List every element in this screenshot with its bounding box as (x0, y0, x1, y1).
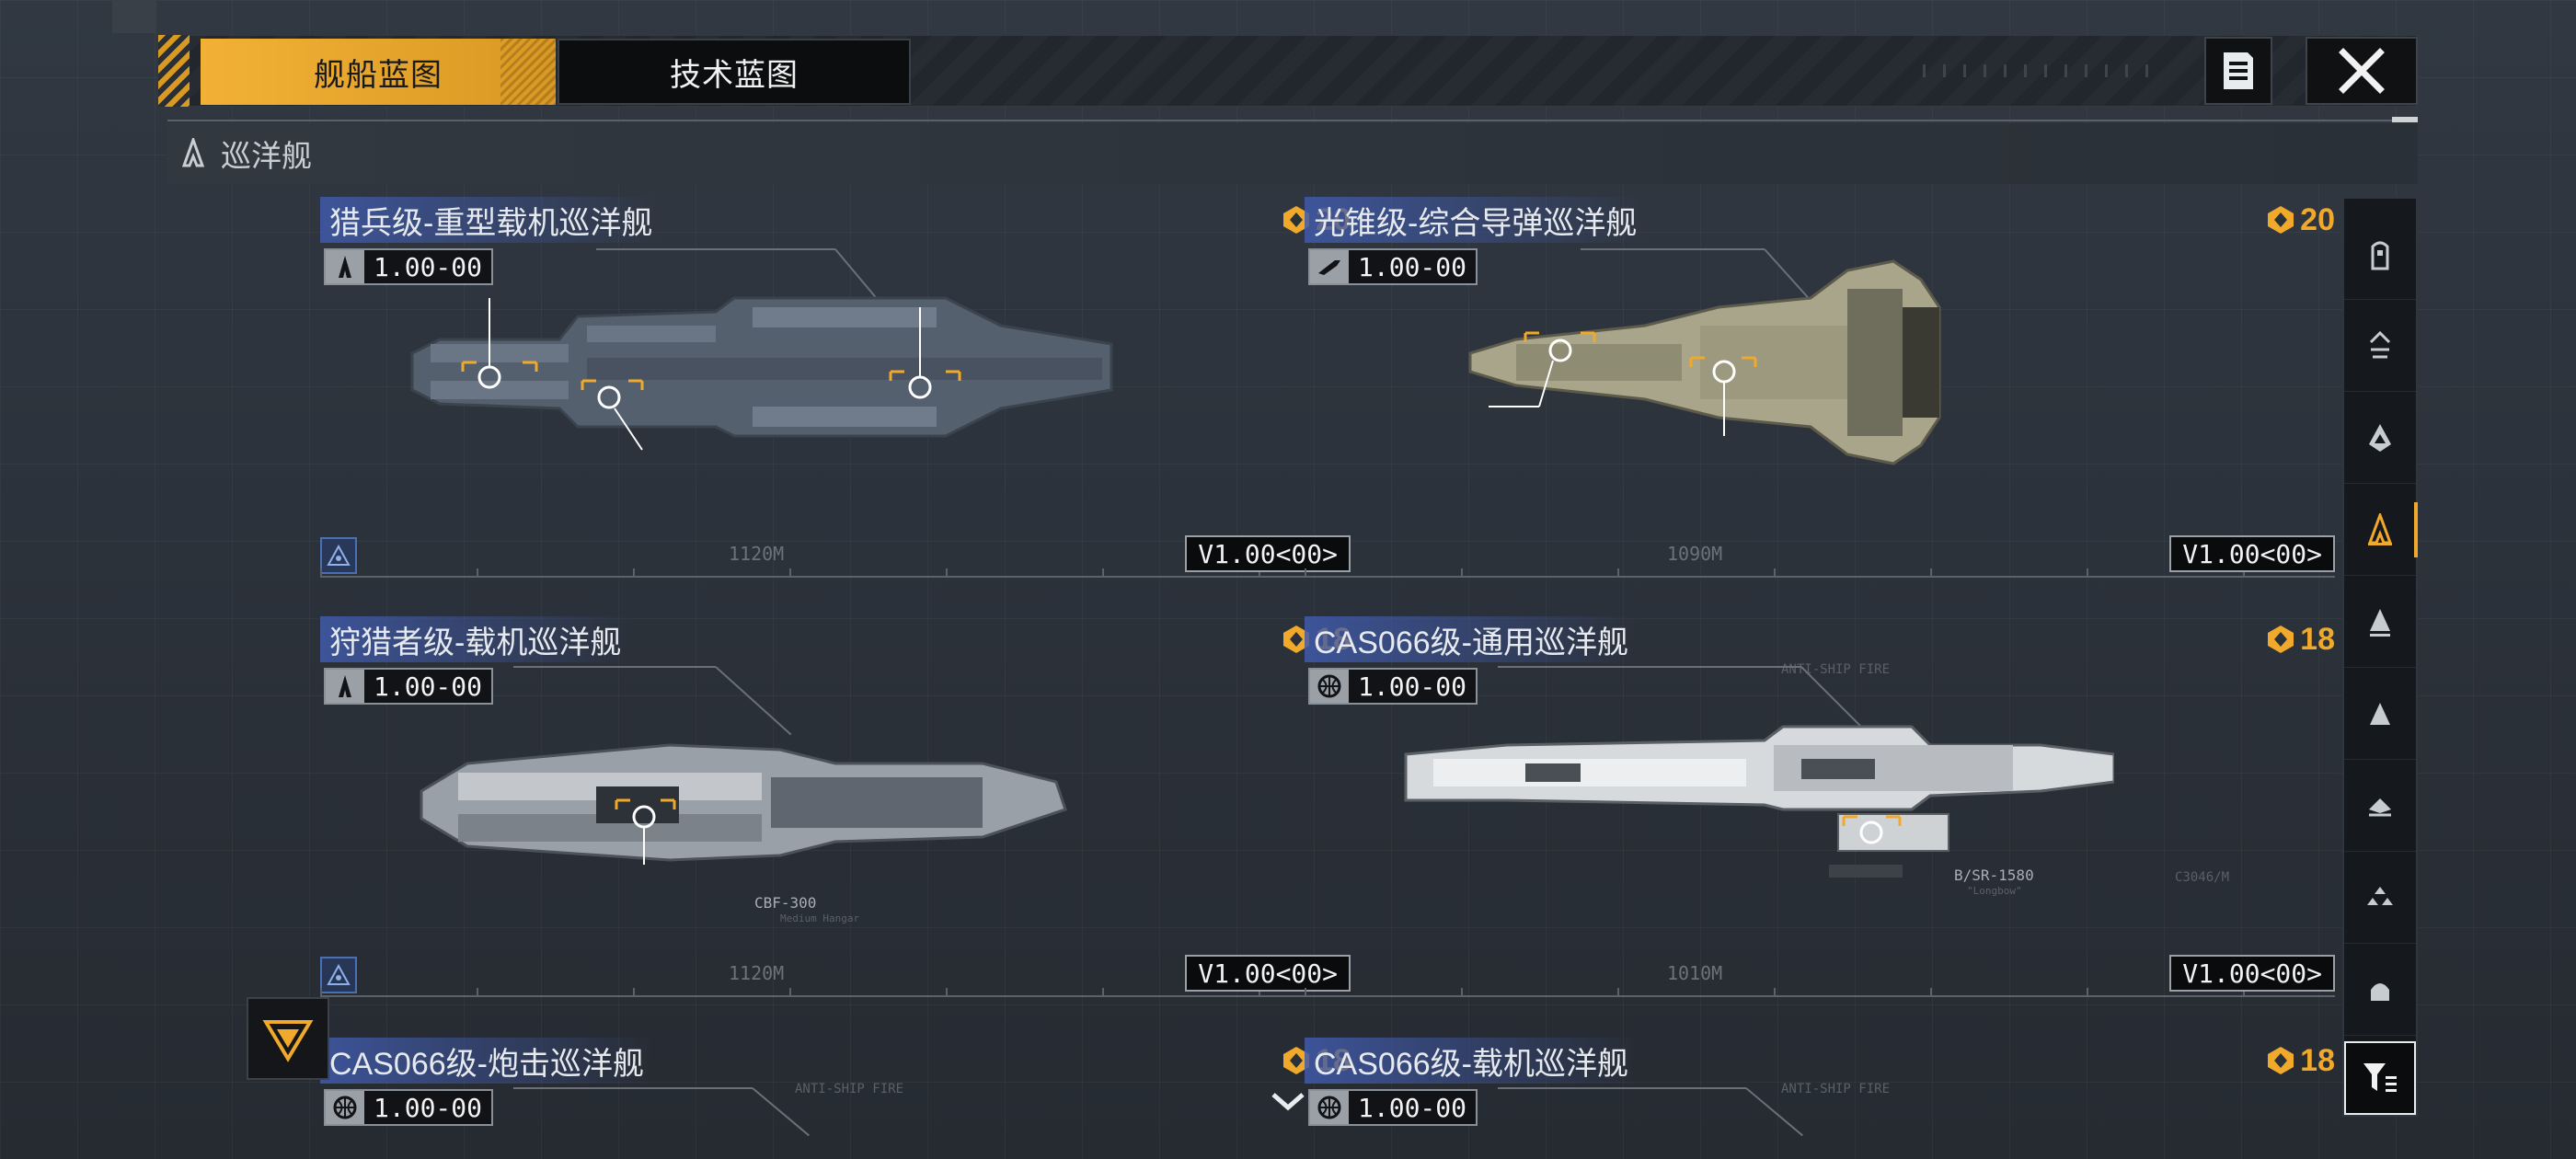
ship-card[interactable]: CAS066级-炮击巡洋舰 18 1.00-00 ANTI-SHIP FIRE (320, 1038, 1351, 1159)
category-divider-end (2392, 117, 2418, 122)
callout-line (1498, 1087, 1746, 1089)
ship-image (1468, 259, 1941, 465)
ship-cost: 18 (2265, 618, 2335, 660)
faction-badge-button[interactable] (247, 997, 329, 1080)
launcher-annotation-sub: "Longbow" (1967, 885, 2022, 897)
ship-cost: 18 (2265, 1039, 2335, 1082)
length-ruler (320, 576, 1351, 578)
callout-line (513, 1087, 753, 1089)
sidebar-item-fighter[interactable] (2344, 852, 2416, 944)
carrier-class-icon (2369, 330, 2391, 358)
sidebar-item-auxiliary[interactable] (2344, 944, 2416, 1036)
blueprint-point-icon (2268, 1047, 2294, 1074)
category-label: 巡洋舰 (221, 139, 312, 173)
ship-cost: 20 (2265, 199, 2335, 241)
length-ruler (1305, 995, 2335, 997)
ship-card[interactable]: 狩猎者级-载机巡洋舰 18 1.00-00 CBF-300 Medium Han… (320, 616, 1351, 1021)
length-label: 1090M (1667, 543, 1723, 565)
log-button[interactable] (2204, 37, 2272, 105)
length-label: 1120M (729, 962, 785, 984)
tab-ship-blueprint[interactable]: 舰船蓝图 (201, 39, 556, 105)
sidebar-item-corvette[interactable] (2344, 760, 2416, 852)
sidebar-item-carrier[interactable] (2344, 300, 2416, 392)
callout-line (715, 666, 792, 736)
filter-button[interactable] (2344, 1041, 2416, 1115)
cruiser-class-icon (181, 138, 205, 167)
ship-name: 狩猎者级-载机巡洋舰 (320, 616, 631, 662)
ship-image (410, 296, 1113, 451)
version-badge: V1.00<00> (2169, 535, 2335, 572)
corner-mark (112, 0, 156, 33)
fighter-icon (339, 675, 351, 697)
destroyer-class-icon (2370, 608, 2390, 637)
ship-power-chip: 1.00-00 (1308, 1089, 1478, 1126)
sidebar-item-battleship[interactable] (2344, 208, 2416, 300)
ship-power-chip: 1.00-00 (324, 1089, 494, 1126)
ship-card[interactable]: CAS066级-载机巡洋舰 18 1.00-00 ANTI-SHIP FIRE (1305, 1038, 2335, 1159)
length-ruler (1305, 576, 2335, 578)
corvette-class-icon (2369, 798, 2391, 816)
hangar-annotation-sub: Medium Hangar (780, 912, 860, 924)
decor-ticks (1923, 64, 2162, 77)
globe-icon (333, 1096, 357, 1119)
ship-name: 猎兵级-重型载机巡洋舰 (320, 197, 662, 243)
globe-icon (1317, 674, 1341, 698)
scroll-down-chevron[interactable] (1270, 1089, 1306, 1119)
frigate-class-icon (2370, 702, 2390, 725)
carrier-role-icon (327, 964, 351, 985)
length-label: 1120M (729, 543, 785, 565)
filter-icon (2363, 1063, 2397, 1092)
ship-card[interactable]: 光锥级-综合导弹巡洋舰 20 1.00-00 1090M V1.00<00> (1305, 197, 2335, 602)
ship-card[interactable]: 猎兵级-重型载机巡洋舰 20 1.00-00 1120M V1.00<00> (320, 197, 1351, 602)
ship-name: CAS066级-炮击巡洋舰 (320, 1038, 653, 1084)
callout-line (1581, 248, 1765, 250)
blueprint-point-icon (2268, 206, 2294, 234)
battlecruiser-class-icon (2369, 423, 2391, 452)
fighter-squad-icon (2367, 886, 2393, 905)
tab-tech-blueprint[interactable]: 技术蓝图 (558, 39, 911, 105)
blueprint-point-icon (2268, 625, 2294, 653)
ship-power-chip: 1.00-00 (324, 668, 494, 705)
sidebar-item-frigate[interactable] (2344, 668, 2416, 760)
hangar-annotation: CBF-300 (754, 894, 817, 912)
ship-card[interactable]: CAS066级-通用巡洋舰 18 1.00-00 ANTI-SHIP FIRE … (1305, 616, 2335, 1021)
missile-icon (1318, 260, 1340, 275)
chevron-down-icon (1271, 1093, 1305, 1111)
range-annotation: C3046/M (2175, 870, 2230, 885)
sidebar-item-battlecruiser[interactable] (2344, 392, 2416, 484)
faction-emblem-icon (262, 1020, 314, 1062)
document-icon (2224, 52, 2253, 89)
antiship-annotation: ANTI-SHIP FIRE (1781, 662, 1891, 677)
fighter-icon (339, 256, 351, 278)
category-divider (167, 120, 2418, 121)
ship-name: CAS066级-通用巡洋舰 (1305, 616, 1638, 662)
close-button[interactable] (2306, 37, 2418, 105)
callout-line (1498, 666, 1801, 668)
sidebar-item-destroyer[interactable] (2344, 576, 2416, 668)
auxiliary-class-icon (2371, 982, 2389, 1001)
callout-line (596, 248, 835, 250)
ship-class-sidebar (2342, 197, 2418, 1117)
antiship-annotation: ANTI-SHIP FIRE (795, 1082, 904, 1096)
length-label: 1010M (1667, 962, 1723, 984)
top-bar-stripe (158, 35, 190, 107)
ship-power-chip: 1.00-00 (324, 248, 494, 285)
callout-line (513, 666, 716, 668)
battleship-class-icon (2371, 241, 2389, 270)
cruiser-class-icon (2367, 512, 2393, 545)
ship-power-chip: 1.00-00 (1308, 248, 1478, 285)
antiship-annotation: ANTI-SHIP FIRE (1781, 1082, 1891, 1096)
carrier-role-icon (327, 545, 351, 566)
globe-icon (1317, 1096, 1341, 1119)
ship-image (420, 743, 1067, 865)
length-ruler (320, 995, 1351, 997)
close-icon (2339, 48, 2385, 94)
ship-name: 光锥级-综合导弹巡洋舰 (1305, 197, 1647, 243)
ship-power-chip: 1.00-00 (1308, 668, 1478, 705)
sidebar-item-cruiser[interactable] (2344, 484, 2418, 576)
category-header: 巡洋舰 (167, 123, 2418, 184)
version-badge: V1.00<00> (2169, 955, 2335, 992)
launcher-annotation: B/SR-1580 (1954, 866, 2034, 884)
ship-name: CAS066级-载机巡洋舰 (1305, 1038, 1638, 1084)
